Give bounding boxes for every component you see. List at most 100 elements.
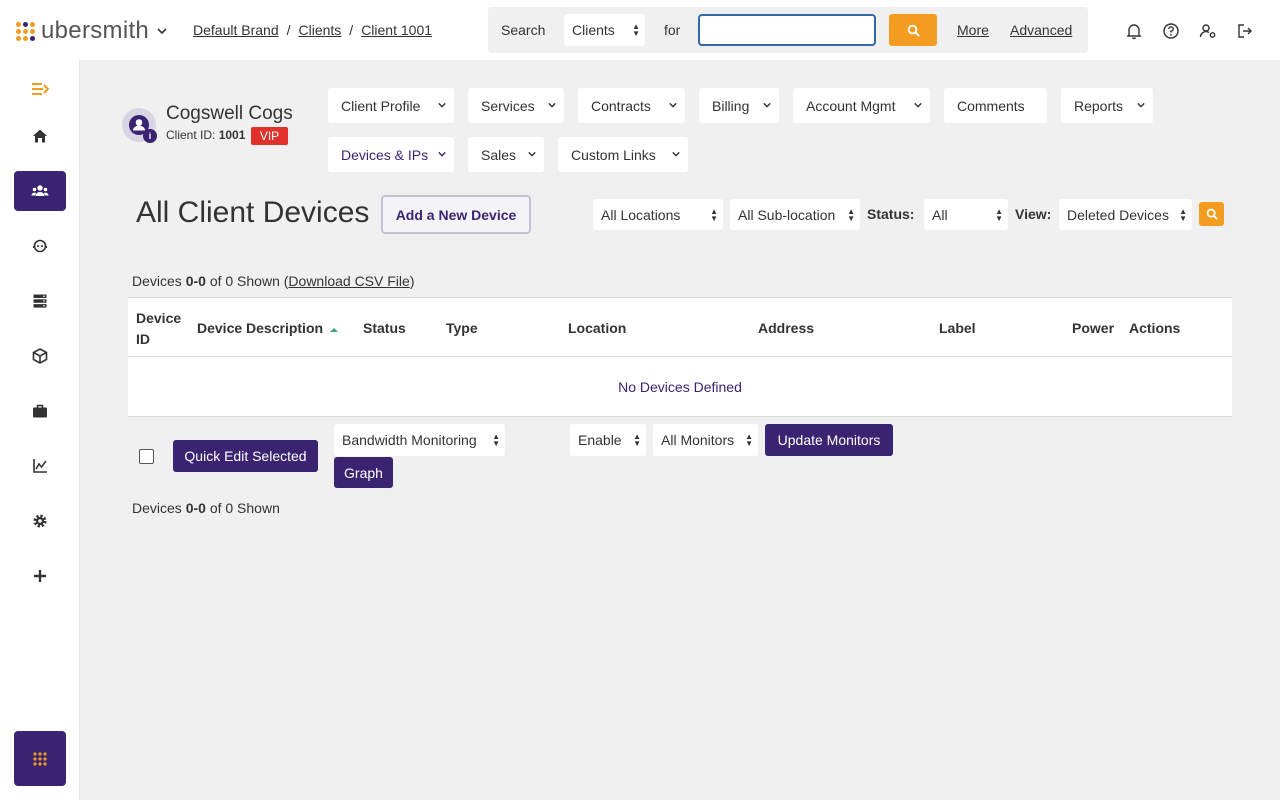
download-csv-link[interactable]: Download CSV File <box>288 273 409 289</box>
help-icon[interactable] <box>1162 22 1180 40</box>
menu-collapse-icon <box>32 83 49 95</box>
client-name: Cogswell Cogs <box>166 103 293 124</box>
sidebar-item-reports[interactable] <box>14 446 66 486</box>
monitor-type-select[interactable]: Bandwidth Monitoring ▲ ▼ <box>334 424 505 456</box>
breadcrumb-clients[interactable]: Clients <box>299 22 342 38</box>
client-id: Client ID: 1001 <box>166 128 246 142</box>
search-label: Search <box>501 22 546 38</box>
table-header: Device ID Device Description Status Type… <box>128 297 1232 357</box>
sublocation-select[interactable]: All Sub-location ▲ ▼ <box>730 199 860 230</box>
search-bar: Search Clients ▲ ▼ for More Advanced <box>488 7 1088 53</box>
col-address[interactable]: Address <box>758 320 814 336</box>
select-arrows-icon: ▲ ▼ <box>745 432 753 448</box>
col-location[interactable]: Location <box>568 320 626 336</box>
user-settings-icon[interactable] <box>1199 22 1217 40</box>
chart-line-icon <box>33 459 47 473</box>
select-all-checkbox[interactable] <box>139 449 154 464</box>
sidebar-item-servers[interactable] <box>14 281 66 321</box>
select-arrows-icon: ▲ ▼ <box>995 206 1003 223</box>
update-monitors-button[interactable]: Update Monitors <box>765 424 893 456</box>
chevron-down-icon <box>438 102 446 108</box>
apps-button[interactable] <box>14 731 66 786</box>
logo-dots-icon <box>16 21 35 41</box>
select-arrows-icon: ▲ ▼ <box>847 206 855 223</box>
select-arrows-icon: ▲ ▼ <box>632 22 640 38</box>
briefcase-icon <box>33 404 47 418</box>
gear-icon <box>33 514 47 528</box>
search-icon <box>1206 208 1218 220</box>
location-select[interactable]: All Locations ▲ ▼ <box>593 199 723 230</box>
nav-devices-ips[interactable]: Devices & IPs <box>328 137 454 172</box>
nav-billing[interactable]: Billing <box>699 88 779 123</box>
for-label: for <box>664 22 681 38</box>
search-input[interactable] <box>698 14 876 46</box>
devices-table: Device ID Device Description Status Type… <box>128 297 1232 417</box>
nav-account-mgmt[interactable]: Account Mgmt <box>793 88 930 123</box>
nav-client-profile[interactable]: Client Profile <box>328 88 454 123</box>
graph-button[interactable]: Graph <box>334 457 393 488</box>
bell-icon[interactable] <box>1125 22 1143 40</box>
headset-icon <box>33 239 47 253</box>
home-icon <box>33 129 47 143</box>
page-title: All Client Devices <box>136 196 370 229</box>
breadcrumb-brand[interactable]: Default Brand <box>193 22 279 38</box>
nav-contracts[interactable]: Contracts <box>578 88 685 123</box>
devices-summary-top: Devices 0-0 of 0 Shown (Download CSV Fil… <box>132 273 415 289</box>
ubersmith-logo[interactable]: ubersmith <box>16 17 149 45</box>
quick-edit-button[interactable]: Quick Edit Selected <box>173 440 318 472</box>
nav-comments[interactable]: Comments <box>944 88 1047 123</box>
chevron-down-icon <box>1137 102 1145 108</box>
sidebar-toggle[interactable] <box>14 69 66 109</box>
nav-reports[interactable]: Reports <box>1061 88 1153 123</box>
chevron-down-icon[interactable] <box>157 26 167 36</box>
status-label: Status: <box>867 206 915 222</box>
users-icon <box>31 185 49 196</box>
chevron-down-icon <box>763 102 771 108</box>
view-label: View: <box>1015 206 1052 222</box>
col-device-description[interactable]: Device Description <box>197 320 338 336</box>
advanced-link[interactable]: Advanced <box>1010 22 1072 38</box>
apps-grid-icon <box>33 751 47 766</box>
col-type[interactable]: Type <box>446 320 478 336</box>
search-button[interactable] <box>889 14 937 46</box>
monitors-select[interactable]: All Monitors ▲ ▼ <box>653 424 758 456</box>
sidebar-item-products[interactable] <box>14 336 66 376</box>
logout-icon[interactable] <box>1236 22 1254 40</box>
logo-text: ubersmith <box>41 17 150 44</box>
chevron-down-icon <box>672 151 680 157</box>
select-arrows-icon: ▲ ▼ <box>492 432 500 448</box>
col-actions: Actions <box>1129 320 1181 336</box>
search-scope-select[interactable]: Clients ▲ ▼ <box>564 14 645 46</box>
breadcrumb: Default Brand / Clients / Client 1001 <box>193 22 433 38</box>
breadcrumb-client[interactable]: Client 1001 <box>361 22 432 38</box>
sidebar-item-add[interactable] <box>14 556 66 596</box>
box-icon <box>32 348 48 364</box>
plus-icon <box>34 570 46 582</box>
search-icon <box>907 24 920 37</box>
sidebar-item-settings[interactable] <box>14 501 66 541</box>
top-bar: ubersmith Default Brand / Clients / Clie… <box>0 0 1280 60</box>
more-link[interactable]: More <box>957 22 989 38</box>
devices-summary-bottom: Devices 0-0 of 0 Shown <box>132 500 280 516</box>
col-status[interactable]: Status <box>363 320 406 336</box>
chevron-down-icon <box>438 151 446 157</box>
col-label[interactable]: Label <box>939 320 976 336</box>
chevron-down-icon <box>548 102 556 108</box>
enable-select[interactable]: Enable ▲ ▼ <box>570 424 646 456</box>
add-device-button[interactable]: Add a New Device <box>381 195 531 234</box>
sidebar-item-clients[interactable] <box>14 171 66 211</box>
nav-sales[interactable]: Sales <box>468 137 544 172</box>
info-icon[interactable]: i <box>143 129 157 143</box>
sidebar-item-briefcase[interactable] <box>14 391 66 431</box>
col-device-id[interactable]: Device ID <box>136 308 181 350</box>
status-select[interactable]: All ▲ ▼ <box>924 199 1008 230</box>
select-arrows-icon: ▲ ▼ <box>1179 206 1187 223</box>
nav-services[interactable]: Services <box>468 88 564 123</box>
sidebar-item-support[interactable] <box>14 226 66 266</box>
nav-custom-links[interactable]: Custom Links <box>558 137 688 172</box>
sidebar-item-home[interactable] <box>14 116 66 156</box>
select-arrows-icon: ▲ ▼ <box>710 206 718 223</box>
view-select[interactable]: Deleted Devices ▲ ▼ <box>1059 199 1192 230</box>
filter-search-button[interactable] <box>1199 202 1224 226</box>
col-power: Power <box>1072 320 1115 336</box>
